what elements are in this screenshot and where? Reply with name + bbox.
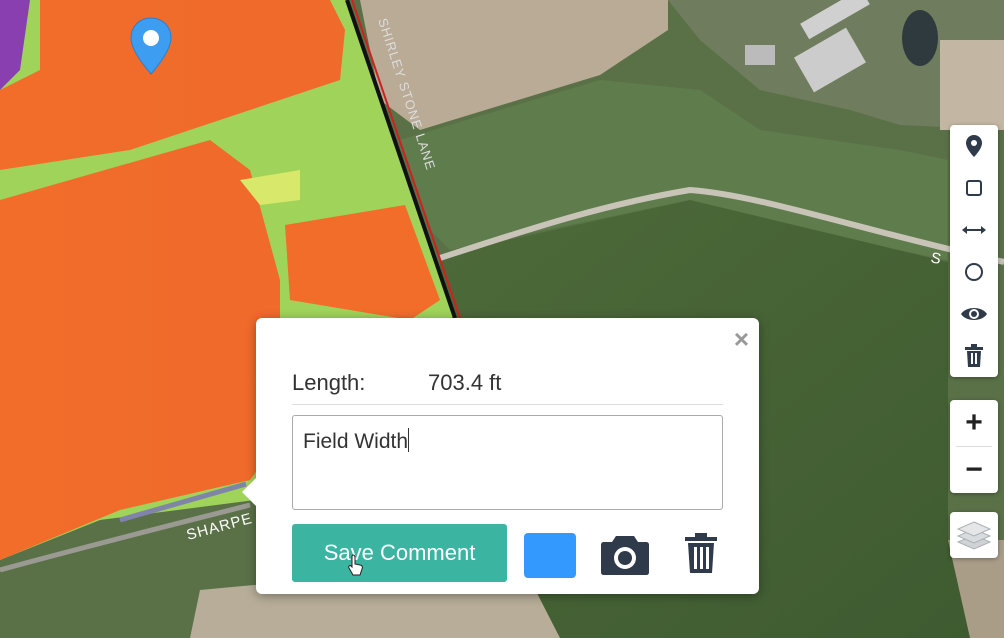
text-caret	[408, 428, 410, 452]
rectangle-tool-button[interactable]	[950, 167, 998, 209]
measure-distance-icon	[962, 226, 986, 234]
layers-icon	[956, 521, 992, 550]
save-comment-button[interactable]: Save Comment	[292, 524, 507, 582]
delete-measurement-button[interactable]	[684, 532, 718, 574]
layers-button[interactable]	[950, 512, 998, 558]
comment-textarea[interactable]: Field Width	[292, 415, 723, 510]
trash-icon	[685, 533, 717, 573]
trash-icon	[965, 344, 983, 367]
length-row: Length: 703.4 ft	[292, 370, 501, 396]
popup-divider	[292, 404, 723, 405]
length-value: 703.4 ft	[428, 370, 502, 395]
length-label: Length:	[292, 370, 366, 395]
zoom-out-button[interactable]: −	[950, 447, 998, 493]
visibility-tool-button[interactable]	[950, 293, 998, 335]
zoom-in-button[interactable]: +	[950, 400, 998, 446]
eye-icon	[961, 308, 987, 320]
zoom-control: + −	[950, 400, 998, 493]
marker-icon	[966, 135, 982, 157]
circle-icon	[965, 263, 983, 281]
camera-icon	[601, 536, 649, 575]
close-popup-button[interactable]: ×	[734, 326, 749, 352]
drawing-toolbar	[950, 125, 998, 377]
delete-tool-button[interactable]	[950, 335, 998, 377]
map-pin-icon[interactable]	[128, 16, 174, 78]
camera-button[interactable]	[600, 532, 650, 576]
comment-text: Field Width	[303, 430, 409, 453]
measure-tool-button[interactable]	[950, 209, 998, 251]
marker-tool-button[interactable]	[950, 125, 998, 167]
measurement-popup: × Length: 703.4 ft Field Width Save Comme…	[242, 318, 759, 594]
color-picker-swatch[interactable]	[524, 533, 576, 578]
circle-tool-button[interactable]	[950, 251, 998, 293]
rectangle-icon	[966, 180, 982, 196]
pond	[902, 10, 938, 66]
hand-cursor-icon	[348, 554, 364, 576]
